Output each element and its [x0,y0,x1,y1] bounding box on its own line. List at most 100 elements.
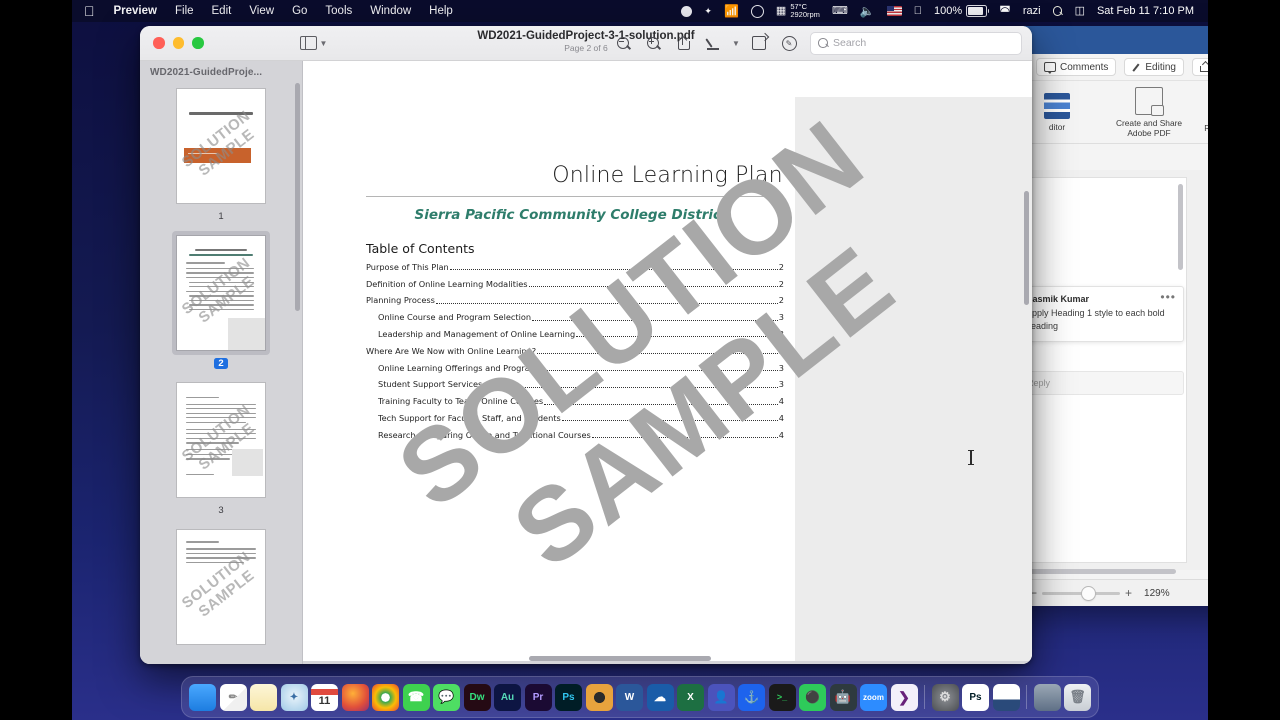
editing-button[interactable]: Editing [1124,58,1184,76]
dock-item-notes[interactable]: ✏ [219,683,247,711]
thumbnail-item-4[interactable]: SOLUTION SAMPLE [140,525,302,649]
dock-item-preview[interactable] [992,683,1020,711]
zoom-slider[interactable]: − + [1030,586,1132,600]
annotate-button[interactable]: ✎ [774,30,804,56]
dock-item-docker[interactable]: ⚓ [738,683,765,711]
toc-entry[interactable]: Leadership and Management of Online Lear… [366,324,784,341]
comment-reply-input[interactable]: Reply [1018,371,1184,395]
dock-item-calendar[interactable]: 11 [311,683,338,711]
maximize-button[interactable] [192,37,204,49]
close-button[interactable] [153,37,165,49]
network-monitor-icon[interactable]: 📶 [718,0,745,22]
dock-item-tunnelblick[interactable]: ⚫ [799,683,826,711]
dock-item-downloads-folder[interactable] [1033,683,1061,711]
wifi-icon[interactable]: ◚ [993,0,1017,22]
clock-datetime[interactable]: Sat Feb 11 7:10 PM [1091,0,1200,22]
preview-window[interactable]: ▼ WD2021-GuidedProject-3-1-solution.pdf … [140,26,1032,664]
share-button[interactable]: Share [1191,58,1208,76]
dock-item-whatsapp[interactable]: ☎ [402,683,430,711]
document-horizontal-scrollbar[interactable] [529,656,711,661]
zoom-out-button[interactable] [608,30,638,56]
menu-item-view[interactable]: View [240,0,283,22]
dock-item-photoshop[interactable]: Ps [962,683,989,711]
thumbnail-item-2[interactable]: SOLUTION SAMPLE 2 [140,231,302,369]
apple-logo-icon[interactable]:  [78,1,105,21]
input-language-flag-icon[interactable] [881,6,908,16]
rotate-button[interactable] [744,30,774,56]
menu-item-help[interactable]: Help [420,0,462,22]
document-vertical-scrollbar[interactable] [1024,191,1029,305]
dock-item-premiere[interactable]: Pr [524,683,552,711]
word-vertical-scrollbar[interactable] [1178,184,1183,270]
cursor-icon[interactable]: ✦ [698,0,718,22]
bluetooth-icon[interactable]:  [908,0,928,22]
user-name-label[interactable]: razi [1017,0,1047,22]
dock-item-lightroom[interactable] [585,683,613,711]
share-button[interactable] [668,30,698,56]
dock-item-messages[interactable]: 💬 [433,683,460,711]
ribbon-create-share-adobe-pdf-button[interactable]: Create and Share Adobe PDF [1112,86,1186,138]
dock-item-excel[interactable]: X [677,683,704,711]
thumbnail-box[interactable]: SOLUTION SAMPLE [172,525,270,649]
thumbnail-box[interactable]: SOLUTION SAMPLE [172,84,270,208]
dock-item-android-studio[interactable]: 🤖 [829,683,857,711]
dock-item-chrome[interactable] [372,683,399,711]
menu-item-edit[interactable]: Edit [203,0,241,22]
dock-item-trash[interactable]: 🗑 [1064,683,1091,711]
dock-item-onedrive[interactable]: ☁ [646,683,674,711]
dock-item-audition[interactable]: Au [494,683,521,711]
spotlight-search-icon[interactable] [1047,6,1069,16]
menu-item-preview[interactable]: Preview [105,0,166,22]
dock-item-teams[interactable]: 👤 [707,683,735,711]
dock-item-stickies[interactable] [250,683,277,711]
zoom-in-button[interactable] [638,30,668,56]
dock-item-system-preferences[interactable]: ⚙ [931,683,959,711]
control-center-icon[interactable]: ◫ [1069,0,1091,22]
toc-entry[interactable]: Tech Support for Faculty, Staff, and Stu… [366,408,784,425]
sidebar-scrollbar[interactable] [295,83,300,311]
markup-dropdown-button[interactable]: ▼ [728,30,744,56]
zoom-in-button[interactable]: + [1125,586,1132,600]
fan-control-icon[interactable]: ▦ 57°C 2920rpm [770,0,826,22]
search-field[interactable]: Search [810,31,1022,55]
mega-icon[interactable] [745,4,770,18]
toc-entry[interactable]: Training Faculty to Teach Online Courses… [366,391,784,408]
document-view[interactable]: Online Learning Plan Sierra Pacific Comm… [303,61,1032,664]
battery-status[interactable]: 100% [928,0,993,22]
thumbnail-item-1[interactable]: SOLUTION SAMPLE 1 [140,84,302,222]
thumbnail-item-3[interactable]: SOLUTION SAMPLE 3 [140,378,302,516]
toc-entry[interactable]: Purpose of This Plan 2 [366,257,784,274]
dock-item-finder[interactable] [189,683,216,711]
toc-entry[interactable]: Definition of Online Learning Modalities… [366,274,784,291]
thumbnail-box[interactable]: SOLUTION SAMPLE [172,378,270,502]
sidebar-toggle-button[interactable]: ▼ [299,35,327,51]
menu-item-window[interactable]: Window [361,0,420,22]
zoom-slider-track[interactable] [1042,586,1121,600]
zoom-slider-knob[interactable] [1082,586,1096,600]
markup-button[interactable] [698,30,728,56]
menu-item-go[interactable]: Go [283,0,316,22]
dock-item-zoom-app[interactable]: zoom [860,683,887,711]
toc-entry[interactable]: Where Are We Now with Online Learning? 3 [366,341,784,358]
dock-item-firefox[interactable] [341,683,369,711]
thumbnail-sidebar[interactable]: WD2021-GuidedProje... SOLUTION SAMPLE 1 … [140,61,303,664]
dock-item-visual-studio[interactable]: ❯ [890,683,918,711]
comment-card[interactable]: ••• Hasmik Kumar Apply Heading 1 style t… [1016,286,1184,342]
zoom-level-label[interactable]: 129% [1144,588,1170,599]
toc-entry[interactable]: Online Course and Program Selection 3 [366,307,784,324]
menu-item-tools[interactable]: Tools [316,0,361,22]
comments-button[interactable]: Comments [1036,58,1117,76]
search-input[interactable]: Search [833,37,866,49]
dock-item-terminal[interactable]: >_ [768,683,796,711]
comment-more-icon[interactable]: ••• [1160,290,1176,304]
toc-entry[interactable]: Research Comparing Online and Traditiona… [366,425,784,442]
dock-item-dreamweaver[interactable]: Dw [463,683,491,711]
thumbnail-box-selected[interactable]: SOLUTION SAMPLE [172,231,270,355]
dock-item-photoshop-cc[interactable]: Ps [555,683,582,711]
menu-item-file[interactable]: File [166,0,203,22]
toc-entry[interactable]: Student Support Services 3 [366,375,784,392]
keyboard-brightness-icon[interactable]: ⌨ [826,0,854,22]
record-icon[interactable] [675,5,698,17]
minimize-button[interactable] [172,37,184,49]
dock-item-safari[interactable]: ✦ [280,683,308,711]
